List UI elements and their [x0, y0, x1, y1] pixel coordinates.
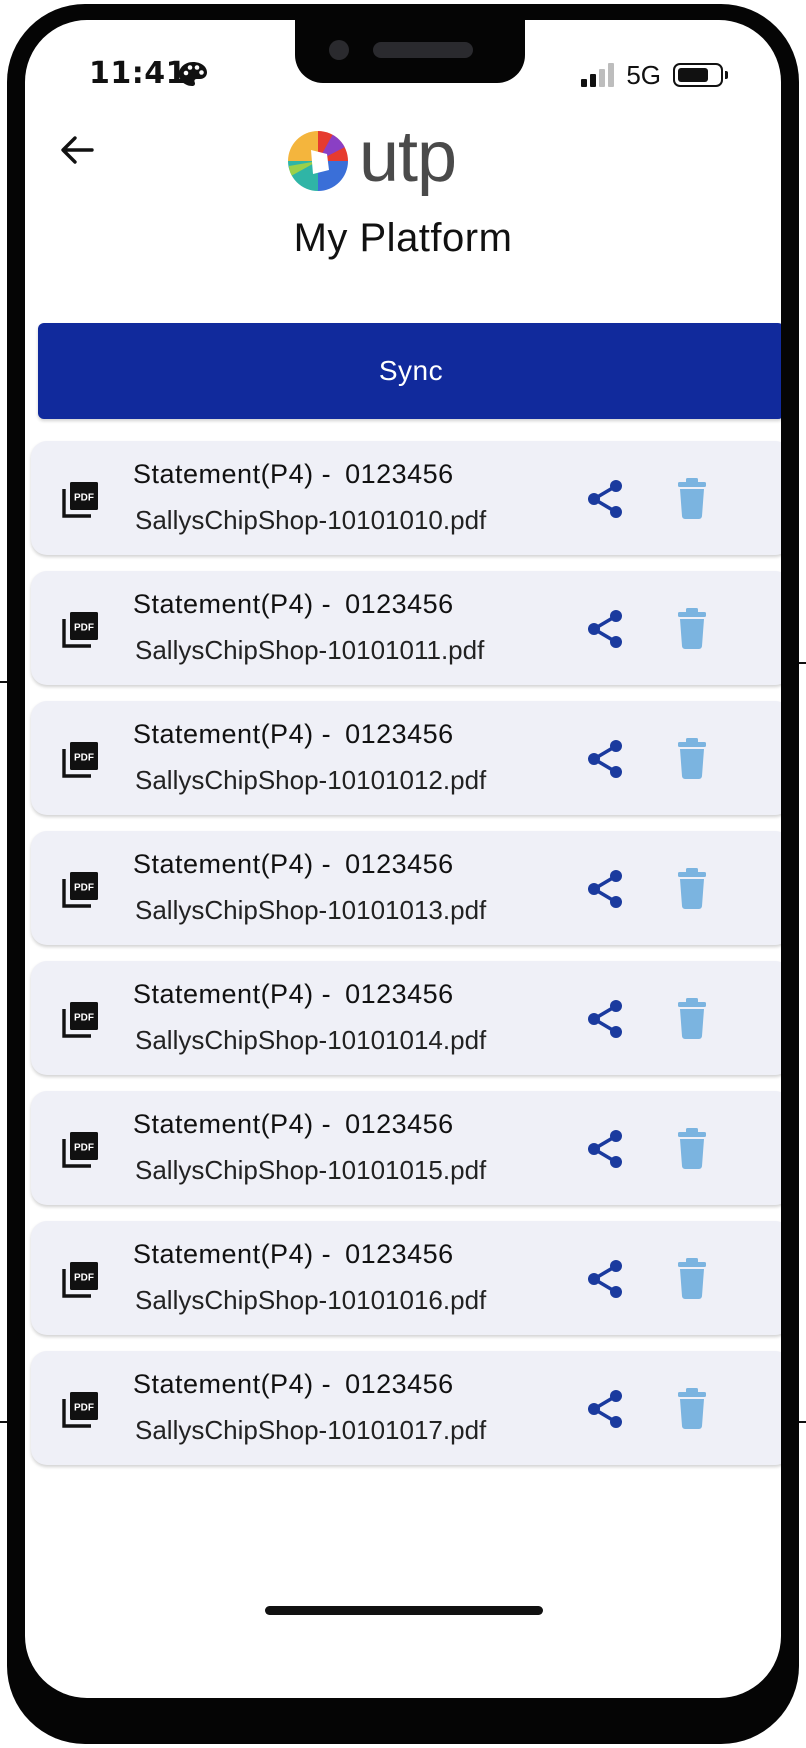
- statement-reference: 0123456: [345, 459, 454, 489]
- svg-text:PDF: PDF: [74, 883, 94, 894]
- statement-label: Statement(P4) -: [133, 849, 332, 879]
- statement-reference: 0123456: [345, 1239, 454, 1269]
- trash-icon[interactable]: [672, 997, 712, 1041]
- phone-notch: [295, 20, 525, 83]
- phone-screen: 11:41 5G utp My Platform Sync PDF Statem…: [25, 20, 781, 1698]
- file-name: SallysChipShop-10101012.pdf: [135, 765, 487, 795]
- file-list-item[interactable]: PDF Statement(P4) - 0123456 SallysChipSho…: [31, 1221, 781, 1335]
- pdf-file-icon: PDF: [62, 1392, 98, 1428]
- share-icon[interactable]: [583, 477, 627, 521]
- statement-reference: 0123456: [345, 849, 454, 879]
- statement-title: Statement(P4) - 0123456: [133, 1109, 454, 1140]
- home-indicator: [265, 1606, 543, 1615]
- status-indicators: 5G: [581, 59, 728, 90]
- share-icon[interactable]: [583, 1127, 627, 1171]
- statement-label: Statement(P4) -: [133, 1369, 332, 1399]
- file-list-item[interactable]: PDF Statement(P4) - 0123456 SallysChipSho…: [31, 571, 781, 685]
- share-icon[interactable]: [583, 1257, 627, 1301]
- statement-reference: 0123456: [345, 719, 454, 749]
- statement-reference: 0123456: [345, 979, 454, 1009]
- file-list-item[interactable]: PDF Statement(P4) - 0123456 SallysChipSho…: [31, 1351, 781, 1465]
- statement-label: Statement(P4) -: [133, 589, 332, 619]
- statement-label: Statement(P4) -: [133, 1239, 332, 1269]
- file-name: SallysChipShop-10101016.pdf: [135, 1285, 487, 1315]
- statement-title: Statement(P4) - 0123456: [133, 849, 454, 880]
- pdf-file-icon: PDF: [62, 1002, 98, 1038]
- svg-text:PDF: PDF: [74, 623, 94, 634]
- statement-title: Statement(P4) - 0123456: [133, 979, 454, 1010]
- statement-reference: 0123456: [345, 589, 454, 619]
- share-icon[interactable]: [583, 867, 627, 911]
- svg-text:PDF: PDF: [74, 1273, 94, 1284]
- file-list-item[interactable]: PDF Statement(P4) - 0123456 SallysChipSho…: [31, 961, 781, 1075]
- status-time: 11:41: [89, 56, 187, 91]
- statement-label: Statement(P4) -: [133, 1109, 332, 1139]
- trash-icon[interactable]: [672, 867, 712, 911]
- trash-icon[interactable]: [672, 607, 712, 651]
- share-icon[interactable]: [583, 1387, 627, 1431]
- statement-label: Statement(P4) -: [133, 979, 332, 1009]
- arrow-left-icon: [61, 136, 94, 164]
- utp-logo: utp: [287, 120, 457, 198]
- phone-frame: 11:41 5G utp My Platform Sync PDF Statem…: [7, 4, 799, 1744]
- battery-icon: [673, 63, 728, 87]
- page-title: My Platform: [293, 216, 513, 260]
- file-name: SallysChipShop-10101010.pdf: [135, 505, 487, 535]
- pdf-file-icon: PDF: [62, 482, 98, 518]
- statement-title: Statement(P4) - 0123456: [133, 719, 454, 750]
- file-name: SallysChipShop-10101013.pdf: [135, 895, 487, 925]
- statement-label: Statement(P4) -: [133, 719, 332, 749]
- file-list-item[interactable]: PDF Statement(P4) - 0123456 SallysChipSho…: [31, 701, 781, 815]
- file-name: SallysChipShop-10101014.pdf: [135, 1025, 487, 1055]
- speaker: [373, 42, 473, 58]
- trash-icon[interactable]: [672, 477, 712, 521]
- file-list-item[interactable]: PDF Statement(P4) - 0123456 SallysChipSho…: [31, 1091, 781, 1205]
- file-name: SallysChipShop-10101017.pdf: [135, 1415, 487, 1445]
- pdf-file-icon: PDF: [62, 1132, 98, 1168]
- utp-logo-mark: [288, 131, 348, 191]
- statement-title: Statement(P4) - 0123456: [133, 589, 454, 620]
- statement-reference: 0123456: [345, 1109, 454, 1139]
- share-icon[interactable]: [583, 607, 627, 651]
- file-name: SallysChipShop-10101011.pdf: [135, 635, 485, 665]
- camera: [329, 40, 349, 60]
- logo-text: utp: [359, 117, 457, 197]
- trash-icon[interactable]: [672, 1387, 712, 1431]
- trash-icon[interactable]: [672, 1257, 712, 1301]
- share-icon[interactable]: [583, 997, 627, 1041]
- trash-icon[interactable]: [672, 737, 712, 781]
- svg-text:PDF: PDF: [74, 493, 94, 504]
- statement-title: Statement(P4) - 0123456: [133, 1369, 454, 1400]
- svg-text:PDF: PDF: [74, 1013, 94, 1024]
- pdf-file-icon: PDF: [62, 1262, 98, 1298]
- svg-text:PDF: PDF: [74, 753, 94, 764]
- signal-icon: [581, 63, 615, 87]
- pdf-file-icon: PDF: [62, 612, 98, 648]
- pdf-file-icon: PDF: [62, 742, 98, 778]
- palette-icon: [179, 62, 207, 86]
- share-icon[interactable]: [583, 737, 627, 781]
- trash-icon[interactable]: [672, 1127, 712, 1171]
- file-list-item[interactable]: PDF Statement(P4) - 0123456 SallysChipSho…: [31, 441, 781, 555]
- back-button[interactable]: [51, 124, 103, 176]
- svg-text:PDF: PDF: [74, 1143, 94, 1154]
- statement-label: Statement(P4) -: [133, 459, 332, 489]
- pdf-file-icon: PDF: [62, 872, 98, 908]
- svg-text:PDF: PDF: [74, 1403, 94, 1414]
- canvas: 11:41 5G utp My Platform Sync PDF Statem…: [0, 0, 806, 1748]
- statement-title: Statement(P4) - 0123456: [133, 459, 454, 490]
- network-label: 5G: [626, 59, 661, 90]
- file-name: SallysChipShop-10101015.pdf: [135, 1155, 487, 1185]
- file-list-item[interactable]: PDF Statement(P4) - 0123456 SallysChipSho…: [31, 831, 781, 945]
- statement-reference: 0123456: [345, 1369, 454, 1399]
- sync-button[interactable]: Sync: [38, 323, 781, 419]
- statement-title: Statement(P4) - 0123456: [133, 1239, 454, 1270]
- file-list: PDF Statement(P4) - 0123456 SallysChipSho…: [31, 441, 781, 1481]
